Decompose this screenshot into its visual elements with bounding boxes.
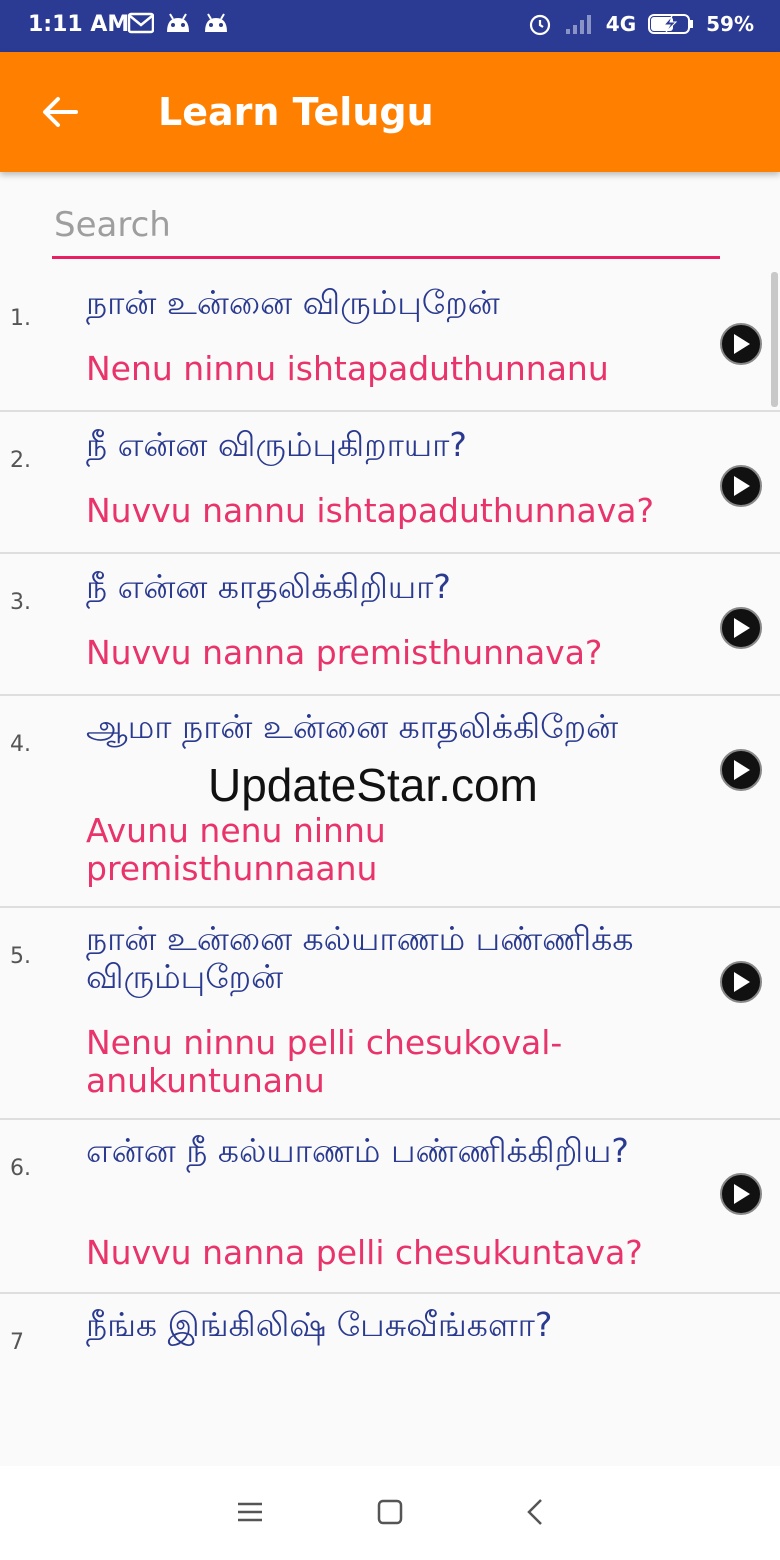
tamil-text: என்ன நீ கல்யாணம் பண்ணிக்கிறிய? (86, 1131, 629, 1170)
play-button[interactable] (720, 465, 762, 507)
page-title: Learn Telugu (158, 90, 434, 134)
mail-icon (128, 12, 154, 34)
phrase-list: 1. நான் உன்னை விரும்புறேன் Nenu ninnu is… (0, 270, 780, 1465)
battery-percent: 59% (706, 12, 754, 36)
telugu-text: Nuvvu nannu ishtapaduthunnava? (86, 491, 654, 530)
play-icon (734, 334, 750, 354)
play-button[interactable] (720, 607, 762, 649)
telugu-text: Avunu nenu ninnu premisthunnaanu (86, 811, 386, 888)
list-item[interactable]: 2. நீ என்ன விரும்புகிறாயா? Nuvvu nannu i… (0, 412, 780, 554)
telugu-text: Nuvvu nanna pelli chesukuntava? (86, 1233, 643, 1272)
alarm-icon (529, 14, 550, 36)
list-item[interactable]: 1. நான் உன்னை விரும்புறேன் Nenu ninnu is… (0, 270, 780, 412)
telugu-text: Nenu ninnu pelli chesukoval-anukuntunanu (86, 1023, 563, 1100)
play-icon (734, 972, 750, 992)
tamil-text: ஆமா நான் உன்னை காதலிக்கிறேன் (86, 707, 619, 746)
android-icon (167, 13, 189, 32)
search-input[interactable] (52, 196, 724, 254)
play-icon (734, 1184, 750, 1204)
play-button[interactable] (720, 749, 762, 791)
item-number: 6. (10, 1156, 31, 1181)
tamil-text: நான் உன்னை விரும்புறேன் (86, 283, 500, 322)
list-item[interactable]: 3. நீ என்ன காதலிக்கிறியா? Nuvvu nanna pr… (0, 554, 780, 696)
battery-charging-icon (648, 14, 694, 34)
item-number: 5. (10, 944, 31, 969)
status-time: 1:11 AM (28, 12, 130, 37)
notification-icons (128, 12, 230, 34)
tamil-text: நான் உன்னை கல்யாணம் பண்ணிக்க விரும்புறேன… (86, 919, 634, 996)
play-icon (734, 476, 750, 496)
arrow-left-icon[interactable] (40, 92, 80, 132)
home-square-icon[interactable] (370, 1492, 410, 1532)
tamil-text: நீ என்ன காதலிக்கிறியா? (86, 567, 451, 606)
item-number: 7 (10, 1330, 24, 1355)
search-field (52, 196, 724, 259)
status-right: 4G 59% (528, 12, 754, 36)
item-number: 1. (10, 306, 31, 331)
play-button[interactable] (720, 961, 762, 1003)
item-number: 3. (10, 590, 31, 615)
menu-icon[interactable] (230, 1492, 270, 1532)
list-item[interactable]: 7 நீங்க இங்கிலிஷ் பேசுவீங்களா? (0, 1294, 780, 1465)
play-icon (734, 760, 750, 780)
item-number: 4. (10, 732, 31, 757)
status-bar: 1:11 AM 4G 59% (0, 0, 780, 52)
item-number: 2. (10, 448, 31, 473)
navigation-bar (0, 1466, 780, 1560)
list-item[interactable]: 6. என்ன நீ கல்யாணம் பண்ணிக்கிறிய? Nuvvu … (0, 1120, 780, 1294)
list-item[interactable]: 5. நான் உன்னை கல்யாணம் பண்ணிக்க விரும்பு… (0, 908, 780, 1120)
play-icon (734, 618, 750, 638)
app-bar: Learn Telugu (0, 52, 780, 172)
android-icon (205, 13, 227, 32)
network-type: 4G (605, 12, 637, 36)
telugu-text: Nuvvu nanna premisthunnava? (86, 633, 603, 672)
play-button[interactable] (720, 1173, 762, 1215)
signal-icon (565, 15, 591, 34)
tamil-text: நீங்க இங்கிலிஷ் பேசுவீங்களா? (86, 1305, 553, 1344)
tamil-text: நீ என்ன விரும்புகிறாயா? (86, 425, 467, 464)
watermark: UpdateStar.com (208, 759, 538, 811)
back-chevron-icon[interactable] (515, 1492, 555, 1532)
telugu-text: Nenu ninnu ishtapaduthunnanu (86, 349, 609, 388)
play-button[interactable] (720, 323, 762, 365)
scrollbar[interactable] (771, 272, 778, 407)
